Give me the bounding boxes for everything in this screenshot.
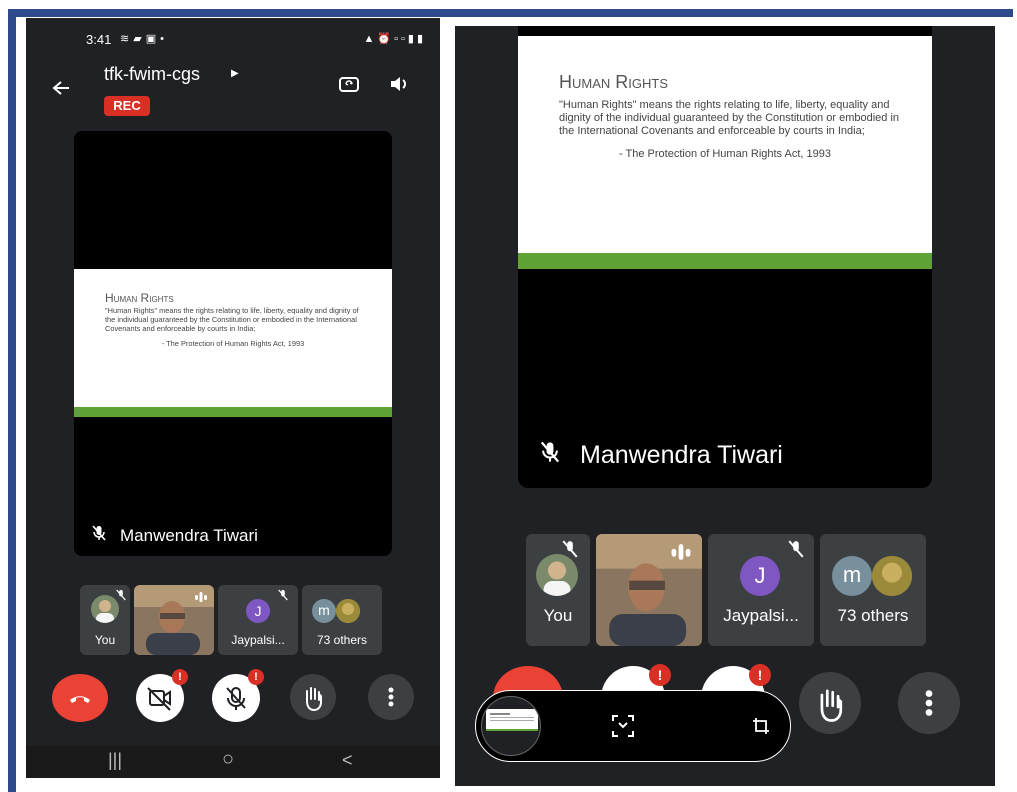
volte-icon: ▫ <box>394 33 401 45</box>
slide-green-bar <box>518 253 932 269</box>
avatar-photo <box>872 556 912 596</box>
status-bar: 3:41 ≋▰▣• ▲⏰▫▫▮▮ <box>86 32 426 48</box>
alarm-icon: ⏰ <box>377 33 395 45</box>
image-icon: ▣ <box>145 33 161 45</box>
mic-toggle-button[interactable]: ! <box>212 669 264 722</box>
status-right-icons: ▲⏰▫▫▮▮ <box>363 32 426 45</box>
mic-off-icon <box>540 441 560 470</box>
slide-green-bar <box>74 407 392 417</box>
participant-label: 73 others <box>837 606 909 625</box>
participant-label: 73 others <box>316 633 368 647</box>
participant-label: You <box>543 606 573 625</box>
mic-alert-badge: ! <box>749 664 771 686</box>
message-icon: ▰ <box>133 33 146 45</box>
home-icon[interactable]: ○ <box>222 748 234 771</box>
mic-off-icon <box>788 540 804 563</box>
participant-strip: You J Jaypalsi... m 73 others <box>80 585 382 655</box>
avatar-j: J <box>246 599 270 623</box>
participant-tile-jaypalsi[interactable]: J Jaypalsi... <box>708 534 814 646</box>
call-controls: ! ! <box>26 669 440 724</box>
hand-icon <box>820 689 843 722</box>
weather-icon: ≋ <box>120 33 134 45</box>
camera-alert-badge: ! <box>172 669 188 685</box>
participant-tile-others[interactable]: m 73 others <box>302 585 382 655</box>
participant-strip: You J Jaypalsi... m 73 others <box>526 534 926 646</box>
presentation-slide: Human Rights "Human Rights" means the ri… <box>74 269 392 417</box>
participant-tile-others[interactable]: m 73 others <box>820 534 926 646</box>
mic-off-icon <box>278 588 288 606</box>
slide-title: Human Rights <box>559 72 668 92</box>
back-arrow-icon[interactable] <box>52 76 70 102</box>
end-call-icon <box>70 696 90 703</box>
caret-right-icon[interactable]: ▶ <box>231 68 239 79</box>
avatar-m: m <box>832 556 872 596</box>
android-nav-bar: ||| ○ < <box>26 746 440 778</box>
mic-off-icon <box>92 525 106 546</box>
pip-mode-icon[interactable] <box>752 717 770 740</box>
camera-toggle-button[interactable]: ! <box>136 669 188 722</box>
bag-icon: ▲ <box>363 33 378 45</box>
avatar-m: m <box>312 599 336 623</box>
mic-off-icon <box>116 588 126 606</box>
status-time: 3:41 <box>86 32 112 47</box>
end-call-button[interactable] <box>52 674 108 722</box>
participant-tile-jaypalsi[interactable]: J Jaypalsi... <box>218 585 298 655</box>
pip-thumbnail[interactable] <box>481 696 541 756</box>
rec-badge: REC <box>104 96 150 116</box>
speaker-name-row: Manwendra Tiwari <box>92 525 258 546</box>
avatar-you <box>91 595 119 623</box>
speaking-indicator-icon <box>670 542 692 567</box>
participant-label: Jaypalsi... <box>723 606 799 625</box>
left-phone-screen: 3:41 ≋▰▣• ▲⏰▫▫▮▮ tfk-fwim-cgs ▶ REC Huma… <box>26 18 440 778</box>
more-options-button[interactable] <box>368 674 414 720</box>
mic-off-icon <box>562 540 578 563</box>
dot-icon: • <box>160 33 168 45</box>
speaking-indicator-icon <box>194 590 208 608</box>
raise-hand-button[interactable] <box>290 674 336 720</box>
camera-alert-badge: ! <box>649 664 671 686</box>
participant-tile-you[interactable]: You <box>526 534 590 646</box>
avatar-j: J <box>740 556 780 596</box>
4g-icon: ▫ <box>400 33 408 45</box>
more-vert-icon <box>388 687 394 707</box>
mic-alert-badge: ! <box>248 669 264 685</box>
avatar-photo <box>336 599 360 623</box>
slide-quote: "Human Rights" means the rights relating… <box>559 99 900 138</box>
presentation-slide: Human Rights "Human Rights" means the ri… <box>518 36 932 269</box>
pip-window[interactable] <box>475 690 791 762</box>
battery-icon: ▮ <box>416 33 426 45</box>
slide-attribution: - The Protection of Human Rights Act, 19… <box>161 339 305 348</box>
slide-quote: "Human Rights" means the rights relating… <box>105 306 359 333</box>
more-options-button[interactable] <box>898 672 960 734</box>
signal-icon: ▮ <box>407 33 417 45</box>
speaker-name: Manwendra Tiwari <box>120 525 258 545</box>
recents-icon[interactable]: ||| <box>108 750 122 771</box>
participant-label: Jaypalsi... <box>231 633 285 647</box>
frame-left-border <box>8 9 16 792</box>
expand-icon[interactable] <box>610 713 636 744</box>
speaker-icon[interactable] <box>388 74 410 99</box>
speaker-name-row: Manwendra Tiwari <box>540 441 783 470</box>
participant-tile-camera[interactable] <box>134 585 214 655</box>
slide-title: Human Rights <box>105 291 174 305</box>
nav-back-icon[interactable]: < <box>342 750 353 771</box>
participant-label: You <box>94 633 116 647</box>
raise-hand-button[interactable] <box>799 672 861 734</box>
more-vert-icon <box>925 690 933 716</box>
hand-icon <box>306 687 322 712</box>
main-video-tile[interactable]: Human Rights "Human Rights" means the ri… <box>74 131 392 556</box>
switch-camera-icon[interactable] <box>338 74 360 99</box>
participant-tile-camera[interactable] <box>596 534 702 646</box>
speaker-name: Manwendra Tiwari <box>580 441 783 469</box>
status-left-icons: ≋▰▣• <box>120 32 168 45</box>
participant-tile-you[interactable]: You <box>80 585 130 655</box>
frame-top-border <box>8 9 1013 17</box>
right-phone-screen: Human Rights "Human Rights" means the ri… <box>455 26 995 786</box>
meeting-code[interactable]: tfk-fwim-cgs <box>104 64 200 85</box>
main-video-tile[interactable]: Human Rights "Human Rights" means the ri… <box>518 26 932 488</box>
slide-attribution: - The Protection of Human Rights Act, 19… <box>619 148 831 160</box>
